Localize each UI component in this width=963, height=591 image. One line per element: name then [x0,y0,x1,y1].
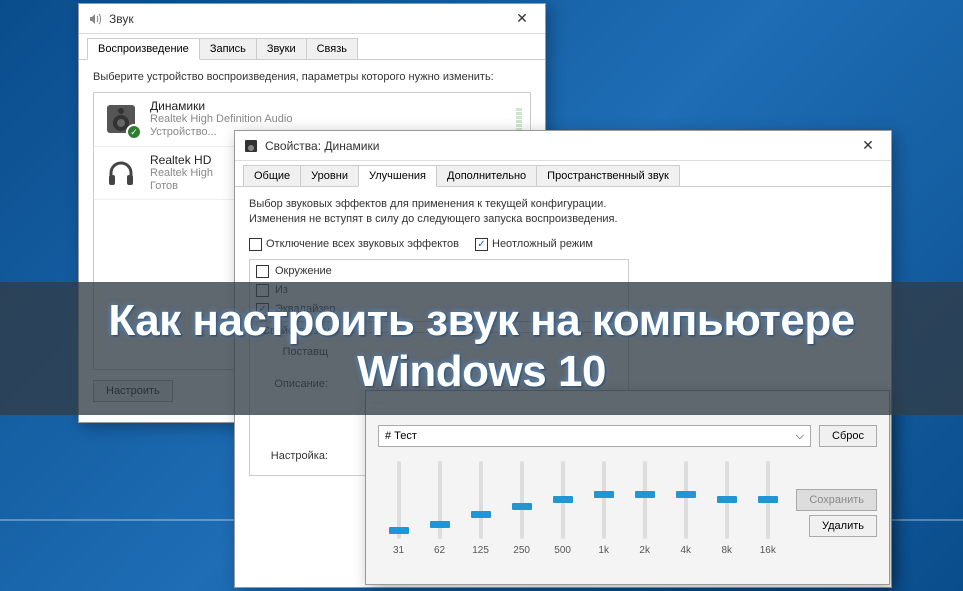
slider-thumb[interactable] [471,511,491,518]
slider-freq-label: 62 [434,545,445,556]
slider-freq-label: 31 [393,545,404,556]
eq-slider-1k[interactable]: 1k [587,461,621,556]
eq-slider-500[interactable]: 500 [546,461,580,556]
checkbox-icon: ✓ [475,238,488,251]
preset-combo[interactable]: # Тест ⌵ [378,425,811,447]
slider-freq-label: 4k [680,545,691,556]
speaker-icon [87,11,103,27]
eq-slider-4k[interactable]: 4k [669,461,703,556]
slider-freq-label: 16k [760,545,776,556]
slider-thumb[interactable] [512,503,532,510]
eq-slider-16k[interactable]: 16k [751,461,785,556]
slider-thumb[interactable] [758,496,778,503]
eq-slider-250[interactable]: 250 [505,461,539,556]
slider-thumb[interactable] [553,496,573,503]
tab-playback[interactable]: Воспроизведение [87,38,200,60]
effect-item-environment[interactable]: Окружение [250,262,628,281]
eq-controls: # Тест ⌵ Сброс [378,425,877,447]
urgent-mode-checkbox[interactable]: ✓ Неотложный режим [475,238,593,251]
sound-titlebar[interactable]: Звук ✕ [79,4,545,34]
speaker-icon [243,138,259,154]
slider-thumb[interactable] [389,527,409,534]
tab-levels[interactable]: Уровни [300,165,359,186]
banner-line1: Как настроить звук на компьютере [0,296,963,347]
disable-effects-checkbox[interactable]: Отключение всех звуковых эффектов [249,238,459,251]
urgent-label: Неотложный режим [492,238,593,250]
chevron-down-icon: ⌵ [796,430,804,443]
eq-sliders: 31 62 125 250 500 1k 2k 4k 8k 16k [378,455,788,558]
delete-button[interactable]: Удалить [809,515,877,537]
slider-track [725,461,729,539]
settings-label: Настройка: [260,450,328,462]
tab-advanced[interactable]: Дополнительно [436,165,537,186]
slider-freq-label: 500 [554,545,571,556]
disable-label: Отключение всех звуковых эффектов [266,238,459,250]
tab-sounds[interactable]: Звуки [256,38,307,59]
slider-track [602,461,606,539]
preset-value: # Тест [385,430,417,442]
slider-track [479,461,483,539]
title-overlay-banner: Как настроить звук на компьютере Windows… [0,282,963,415]
device-name: Динамики [150,99,516,113]
slider-freq-label: 1k [598,545,609,556]
slider-track [684,461,688,539]
props-titlebar[interactable]: Свойства: Динамики ✕ [235,131,891,161]
speaker-device-icon: ✓ [102,100,140,138]
props-title: Свойства: Динамики [265,139,853,153]
slider-thumb[interactable] [635,491,655,498]
slider-track [766,461,770,539]
slider-track [438,461,442,539]
slider-freq-label: 2k [639,545,650,556]
sound-title: Звук [109,12,507,26]
slider-track [643,461,647,539]
eq-slider-2k[interactable]: 2k [628,461,662,556]
slider-freq-label: 8k [721,545,732,556]
eq-side-buttons: Сохранить Удалить [796,459,877,537]
save-button[interactable]: Сохранить [796,489,877,511]
checkbox-icon [256,265,269,278]
close-icon[interactable]: ✕ [507,7,537,31]
slider-thumb[interactable] [717,496,737,503]
eq-slider-8k[interactable]: 8k [710,461,744,556]
effect-label: Окружение [275,265,332,277]
checkbox-row: Отключение всех звуковых эффектов ✓ Неот… [249,238,877,251]
slider-track [561,461,565,539]
tab-spatial[interactable]: Пространственный звук [536,165,680,186]
slider-thumb[interactable] [594,491,614,498]
tab-recording[interactable]: Запись [199,38,257,59]
device-sub1: Realtek High Definition Audio [150,113,516,126]
banner-line2: Windows 10 [0,347,963,398]
eq-slider-125[interactable]: 125 [464,461,498,556]
level-meter [516,108,522,131]
enhancement-description: Выбор звуковых эффектов для применения к… [249,197,649,228]
tab-enhancements[interactable]: Улучшения [358,165,437,187]
checkbox-icon [249,238,262,251]
tab-general[interactable]: Общие [243,165,301,186]
slider-track [520,461,524,539]
slider-thumb[interactable] [430,521,450,528]
slider-thumb[interactable] [676,491,696,498]
check-badge-icon: ✓ [126,124,142,140]
eq-window: ⋯ # Тест ⌵ Сброс 31621252505001k2k4k8k16… [365,390,890,585]
sound-tabs: Воспроизведение Запись Звуки Связь [79,34,545,60]
slider-track [397,461,401,539]
tab-comm[interactable]: Связь [306,38,358,59]
headphones-device-icon [102,154,140,192]
slider-freq-label: 125 [472,545,489,556]
reset-button[interactable]: Сброс [819,425,877,447]
eq-slider-31[interactable]: 31 [382,461,416,556]
slider-freq-label: 250 [513,545,530,556]
instruction-text: Выберите устройство воспроизведения, пар… [93,70,531,84]
props-tabs: Общие Уровни Улучшения Дополнительно Про… [235,161,891,187]
eq-body: # Тест ⌵ Сброс 31621252505001k2k4k8k16k … [366,415,889,566]
eq-slider-62[interactable]: 62 [423,461,457,556]
close-icon[interactable]: ✕ [853,134,883,158]
